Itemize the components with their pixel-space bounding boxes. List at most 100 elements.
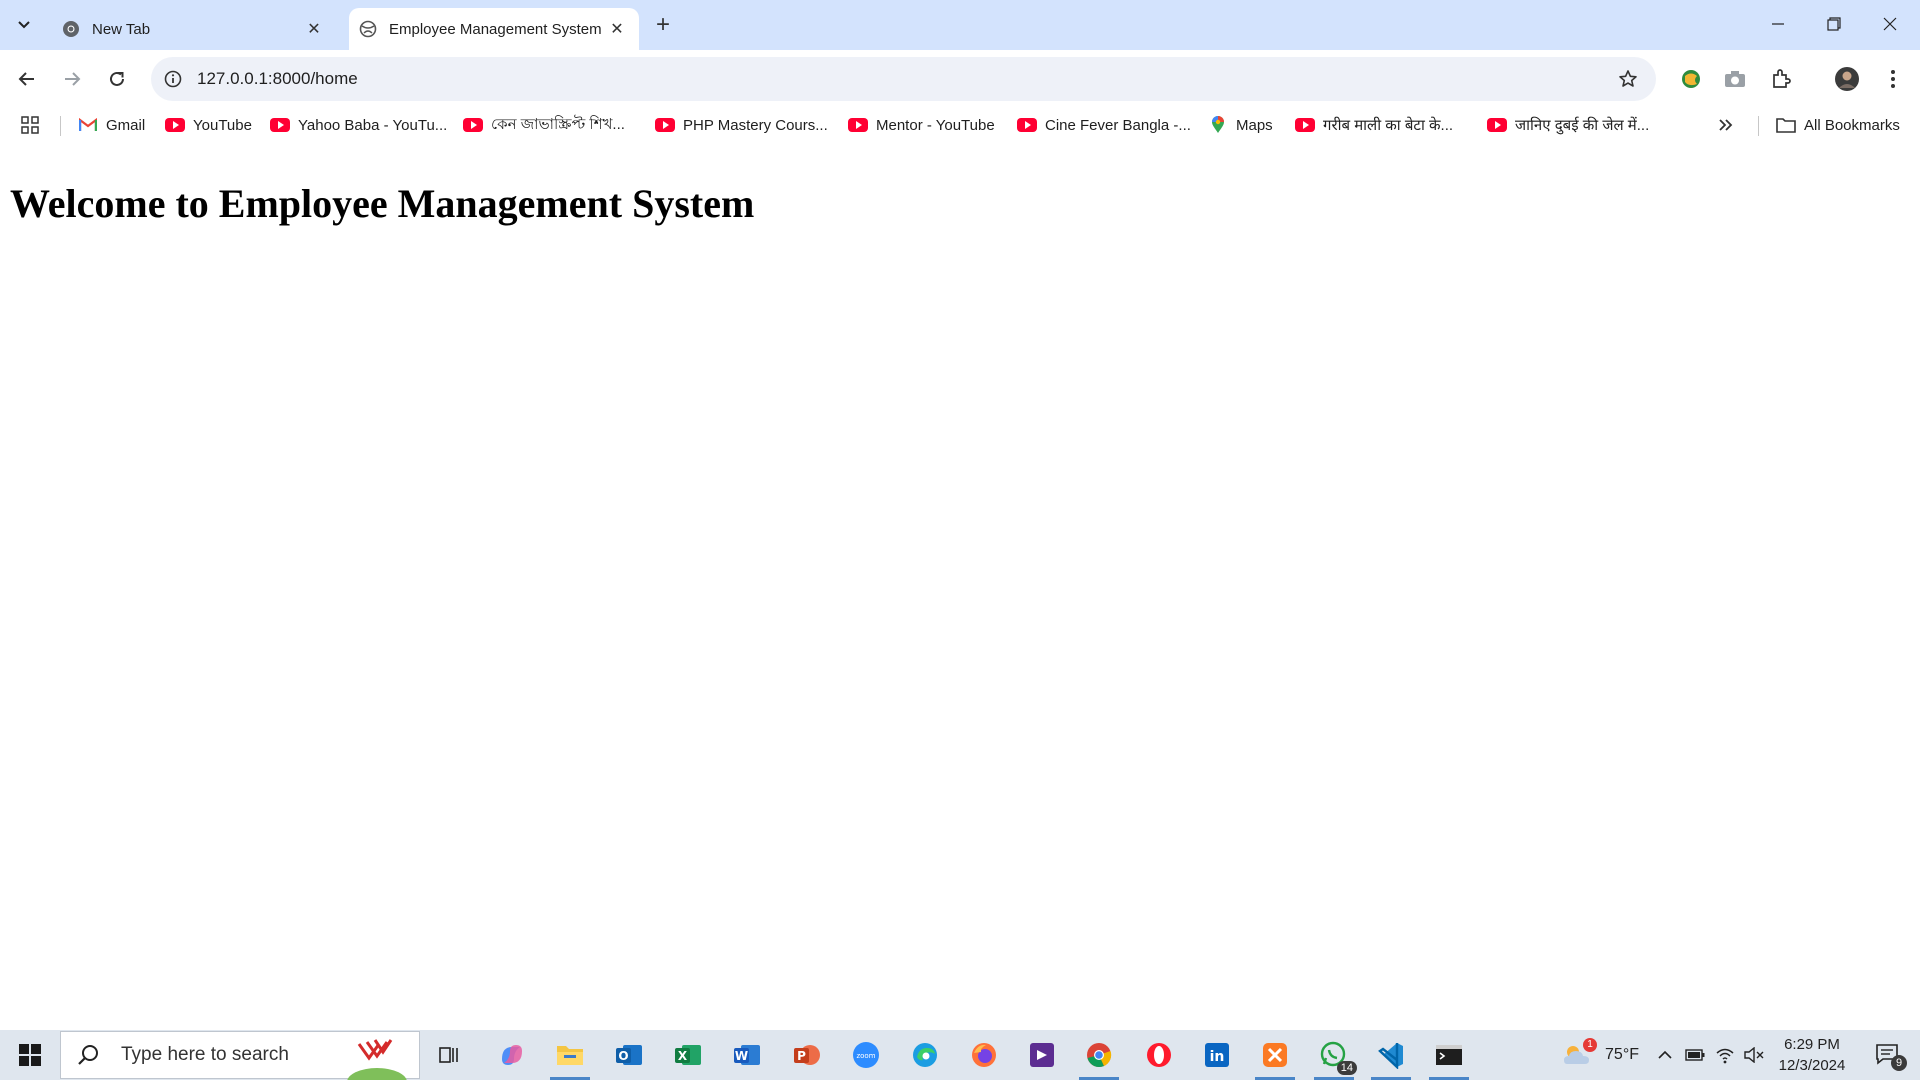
weather-cloud-icon: 1: [1561, 1038, 1598, 1068]
extensions-puzzle-icon[interactable]: [1766, 64, 1796, 94]
bookmark-maps[interactable]: Maps: [1208, 112, 1273, 138]
camera-icon[interactable]: [1720, 64, 1750, 94]
reload-icon: [110, 71, 124, 86]
arrow-right-icon: [65, 72, 81, 86]
chrome-icon: [62, 20, 80, 38]
address-bar[interactable]: 127.0.0.1:8000/home: [151, 57, 1656, 101]
linkedin-icon[interactable]: in: [1194, 1035, 1240, 1075]
wifi-icon[interactable]: [1712, 1030, 1738, 1080]
page-viewport: Welcome to Employee Management System: [0, 142, 1920, 1030]
weather-widget[interactable]: 1 75°F: [1545, 1030, 1655, 1080]
bookmark-label: गरीब माली का बेटा के...: [1323, 117, 1454, 134]
bookmark-garib-mali[interactable]: गरीब माली का बेटा के...: [1295, 112, 1453, 138]
site-info-icon[interactable]: [159, 65, 187, 93]
divider: [60, 116, 61, 136]
copilot-icon[interactable]: [489, 1035, 535, 1075]
search-placeholder: Type here to search: [121, 1044, 289, 1065]
search-highlight-illustration-icon: [347, 1039, 407, 1080]
zoom-icon[interactable]: zoom: [843, 1035, 889, 1075]
notification-icon: 9: [1875, 1043, 1907, 1071]
whatsapp-icon[interactable]: 14: [1311, 1035, 1357, 1080]
bookmark-yahoo-baba[interactable]: Yahoo Baba - YouTu...: [270, 112, 447, 138]
visual-studio-icon[interactable]: [1019, 1035, 1065, 1075]
globe-icon: [359, 20, 377, 38]
vscode-icon[interactable]: [1368, 1035, 1414, 1080]
double-chevron-right-icon: [1719, 119, 1733, 131]
tab-new-tab[interactable]: New Tab ✕: [50, 8, 336, 50]
taskbar-search-box[interactable]: Type here to search: [60, 1031, 420, 1080]
back-button[interactable]: [10, 62, 44, 96]
more-menu-icon[interactable]: [1878, 64, 1908, 94]
close-icon[interactable]: ✕: [302, 17, 326, 41]
youtube-icon: [1017, 117, 1037, 133]
chrome-taskbar-icon[interactable]: [1076, 1035, 1122, 1080]
battery-icon[interactable]: [1682, 1030, 1708, 1080]
firefox-icon[interactable]: [961, 1035, 1007, 1075]
all-bookmarks-button[interactable]: All Bookmarks: [1776, 112, 1900, 138]
close-window-button[interactable]: [1862, 0, 1918, 48]
edge-icon[interactable]: [902, 1035, 948, 1075]
terminal-icon[interactable]: [1426, 1035, 1472, 1080]
forward-button[interactable]: [55, 62, 89, 96]
xampp-icon[interactable]: [1252, 1035, 1298, 1080]
volume-muted-icon[interactable]: [1741, 1030, 1767, 1080]
bookmark-gmail[interactable]: Gmail: [78, 112, 145, 138]
minimize-icon: [1772, 23, 1784, 25]
tab-search-button[interactable]: [6, 8, 42, 42]
youtube-icon: [848, 117, 868, 133]
bookmark-dubai-jail[interactable]: जानिए दुबई की जेल में...: [1487, 112, 1649, 138]
file-explorer-icon[interactable]: [547, 1035, 593, 1080]
bookmark-star-icon[interactable]: [1616, 67, 1640, 91]
weather-alert-badge: 1: [1583, 1038, 1598, 1052]
task-view-icon[interactable]: [426, 1035, 472, 1075]
youtube-icon: [1295, 117, 1315, 133]
close-icon[interactable]: ✕: [605, 17, 629, 41]
start-button[interactable]: [0, 1030, 60, 1080]
extension-globe-icon[interactable]: [1676, 64, 1706, 94]
new-tab-button[interactable]: +: [650, 11, 676, 38]
address-url[interactable]: 127.0.0.1:8000/home: [197, 69, 358, 89]
bookmarks-bar: Gmail YouTube Yahoo Baba - YouTu... কেন …: [0, 108, 1920, 142]
restore-button[interactable]: [1806, 0, 1862, 48]
apps-grid-button[interactable]: [20, 112, 40, 138]
bookmark-label: Cine Fever Bangla -...: [1045, 116, 1191, 134]
youtube-icon: [270, 117, 290, 133]
bookmark-label: কেন জাভাস্ক্রিপ্ট শিখ...: [491, 115, 625, 133]
bookmark-php-mastery[interactable]: PHP Mastery Cours...: [655, 112, 828, 138]
divider: [1758, 116, 1759, 136]
chevron-down-icon: [18, 21, 30, 29]
svg-text:zoom: zoom: [856, 1052, 875, 1060]
close-icon: [1883, 17, 1897, 31]
opera-icon[interactable]: [1136, 1035, 1182, 1075]
maps-pin-icon: [1208, 116, 1228, 133]
excel-icon[interactable]: X: [665, 1035, 711, 1075]
system-clock[interactable]: 6:29 PM 12/3/2024: [1770, 1034, 1854, 1076]
youtube-icon: [655, 117, 675, 133]
tab-employee-management[interactable]: Employee Management System ✕: [349, 8, 639, 50]
bookmark-javascript[interactable]: কেন জাভাস্ক্রিপ্ট শিখ...: [463, 112, 625, 138]
chevron-up-icon: [1658, 1050, 1672, 1059]
folder-icon: [1776, 117, 1796, 133]
tab-strip: New Tab ✕ Employee Management System ✕ +: [0, 0, 1920, 50]
bookmark-mentor[interactable]: Mentor - YouTube: [848, 112, 995, 138]
bookmark-cine-fever[interactable]: Cine Fever Bangla -...: [1017, 112, 1191, 138]
bookmark-youtube[interactable]: YouTube: [165, 112, 252, 138]
bookmark-label: Gmail: [106, 116, 146, 134]
word-icon[interactable]: W: [724, 1035, 770, 1075]
outlook-icon[interactable]: O: [606, 1035, 652, 1075]
show-hidden-icons-button[interactable]: [1652, 1030, 1678, 1080]
more-bookmarks-button[interactable]: [1718, 112, 1734, 138]
svg-text:in: in: [1210, 1049, 1225, 1065]
svg-text:X: X: [678, 1049, 688, 1063]
svg-text:P: P: [797, 1049, 806, 1063]
notification-center-button[interactable]: 9: [1866, 1030, 1910, 1080]
arrow-left-icon: [18, 72, 34, 86]
tab-label: New Tab: [92, 20, 151, 38]
bookmark-label: PHP Mastery Cours...: [683, 116, 828, 134]
powerpoint-icon[interactable]: P: [784, 1035, 830, 1075]
reload-button[interactable]: [100, 62, 134, 96]
profile-avatar[interactable]: [1832, 64, 1862, 94]
search-icon: [73, 1044, 103, 1066]
restore-icon: [1827, 17, 1841, 31]
minimize-button[interactable]: [1750, 0, 1806, 48]
